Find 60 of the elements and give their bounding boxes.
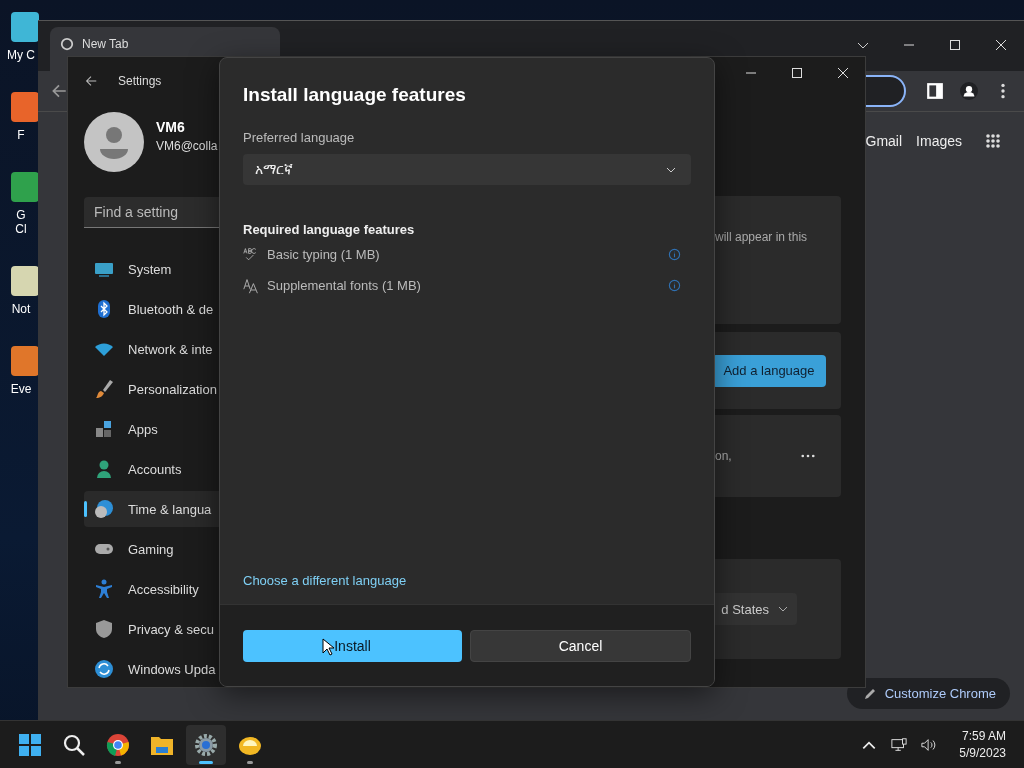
maximize-icon[interactable] (791, 67, 803, 79)
field-label: Preferred language (243, 130, 356, 145)
taskbar-button[interactable] (186, 724, 226, 765)
brush-icon (94, 379, 114, 399)
clock-time[interactable]: 7:59 AM (961, 727, 1006, 745)
desktop-icon-label: Cl (15, 222, 27, 236)
card-text: will appear in this (715, 230, 808, 244)
language-dropdown[interactable]: አማርኛ (243, 154, 691, 185)
apps-icon (94, 419, 114, 439)
card-text: on, (715, 449, 732, 463)
side-panel-icon[interactable] (926, 82, 944, 100)
running-indicator (199, 760, 213, 764)
globe-clock-icon (94, 499, 114, 519)
spellcheck-icon (243, 246, 259, 263)
more-icon[interactable] (801, 454, 815, 458)
shield-icon (94, 619, 114, 639)
clock-date[interactable]: 5/9/2023 (959, 744, 1006, 762)
desktop-icon-label: Eve (10, 382, 32, 396)
figure-icon (94, 579, 114, 599)
desktop-icon-label: G (16, 208, 26, 222)
gear-icon (194, 732, 218, 757)
volume-icon[interactable] (921, 736, 938, 753)
apps-grid-icon[interactable] (984, 132, 1002, 150)
windows-logo-icon (18, 732, 42, 757)
customize-button[interactable]: Customize Chrome (846, 678, 1010, 709)
back-icon[interactable] (84, 73, 98, 88)
cursor-icon (322, 638, 334, 656)
account-name: VM6 (156, 119, 186, 136)
maximize-icon[interactable] (949, 39, 961, 51)
feature-label: Basic typing (1 MB) (267, 247, 381, 262)
person-icon (94, 459, 114, 479)
header-link[interactable]: Gmail (865, 133, 903, 149)
refresh-icon (94, 659, 114, 679)
header-link[interactable]: Images (916, 133, 962, 149)
pencil-icon (862, 686, 877, 701)
section-heading: Required language features (243, 222, 416, 237)
link[interactable]: Choose a different language (243, 573, 691, 588)
avatar-icon (84, 112, 144, 173)
info-icon[interactable] (668, 279, 681, 292)
dialog-title: Install language features (243, 84, 467, 106)
feature-label: Supplemental fonts (1 MB) (267, 278, 422, 293)
profile-icon[interactable] (960, 82, 978, 100)
desktop-icon-label: Not (11, 302, 31, 316)
desktop-icon-label: My C (7, 48, 35, 62)
font-icon (243, 277, 259, 294)
search-icon (62, 732, 86, 757)
account-email: VM6@colla (156, 139, 218, 154)
running-indicator (247, 760, 253, 764)
cancel-button[interactable]: Cancel (470, 629, 691, 662)
install-button[interactable]: Install (243, 629, 462, 662)
add-language-button[interactable]: Add a language (712, 354, 826, 387)
network-icon[interactable] (891, 736, 908, 753)
close-icon[interactable] (995, 39, 1007, 51)
desktop-icon-label: F (17, 128, 25, 142)
browser-icon (106, 732, 130, 757)
back-icon[interactable] (50, 82, 68, 100)
window-title: Settings (118, 73, 162, 88)
info-icon[interactable] (668, 248, 681, 261)
close-icon[interactable] (837, 67, 849, 79)
running-indicator (115, 760, 121, 764)
